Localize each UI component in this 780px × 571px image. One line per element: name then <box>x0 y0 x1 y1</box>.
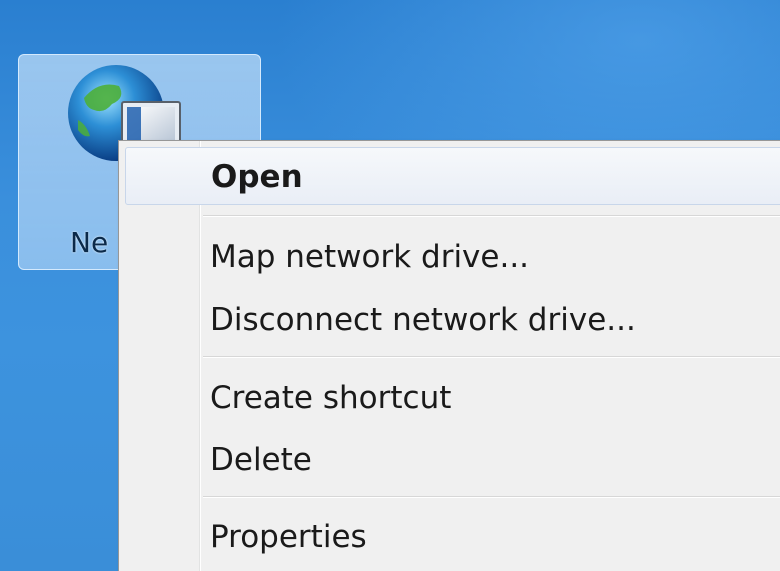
menu-item-properties[interactable]: Properties <box>125 508 780 566</box>
menu-separator <box>203 215 780 217</box>
menu-separator <box>203 496 780 498</box>
menu-item-map-network-drive[interactable]: Map network drive... <box>125 228 780 286</box>
menu-separator <box>203 356 780 358</box>
menu-item-disconnect-network-drive[interactable]: Disconnect network drive... <box>125 291 780 349</box>
context-menu: Open Map network drive... Disconnect net… <box>118 140 780 571</box>
menu-item-delete[interactable]: Delete <box>125 431 780 489</box>
menu-item-open[interactable]: Open <box>125 147 780 205</box>
desktop-icon-label: Ne <box>70 226 109 259</box>
menu-item-create-shortcut[interactable]: Create shortcut <box>125 369 780 427</box>
menu-gutter-divider <box>199 141 201 571</box>
